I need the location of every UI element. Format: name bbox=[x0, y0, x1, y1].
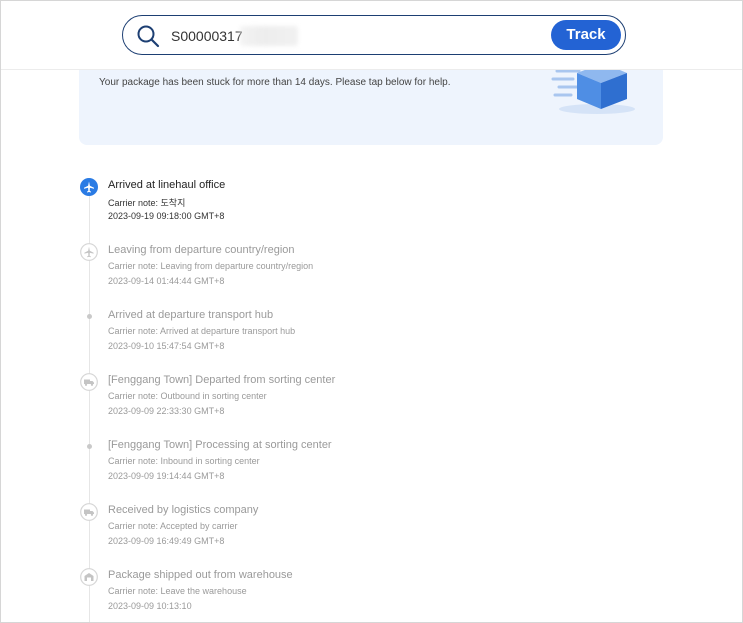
stuck-alert-text: Your package has been stuck for more tha… bbox=[99, 77, 451, 88]
airplane-icon bbox=[80, 178, 98, 196]
track-button[interactable]: Track bbox=[551, 20, 621, 50]
stuck-alert-card[interactable]: Your package has been stuck for more tha… bbox=[79, 69, 663, 145]
event-note: Carrier note: Inbound in sorting center bbox=[108, 456, 260, 466]
tracking-page: Track Your package has been stuck for mo… bbox=[0, 0, 743, 623]
search-header: Track bbox=[1, 1, 742, 70]
redaction-blur bbox=[240, 26, 298, 46]
timeline-event: Arrived at linehaul office Carrier note:… bbox=[1, 178, 742, 238]
event-note: Carrier note: Leaving from departure cou… bbox=[108, 261, 314, 271]
event-time: 2023-09-09 16:49:49 GMT+8 bbox=[108, 536, 225, 546]
event-title: Leaving from departure country/region bbox=[108, 244, 295, 256]
timeline-event: Package shipped out from warehouse Carri… bbox=[1, 568, 742, 622]
event-time: 2023-09-19 09:18:00 GMT+8 bbox=[108, 211, 225, 221]
event-time: 2023-09-14 01:44:44 GMT+8 bbox=[108, 276, 225, 286]
truck-icon bbox=[80, 503, 98, 521]
event-time: 2023-09-09 10:13:10 bbox=[108, 601, 192, 611]
airplane-icon bbox=[80, 243, 98, 261]
timeline-event: Received by logistics company Carrier no… bbox=[1, 503, 742, 563]
event-note: Carrier note: Leave the warehouse bbox=[108, 586, 247, 596]
event-title: Package shipped out from warehouse bbox=[108, 569, 293, 581]
event-title: Arrived at linehaul office bbox=[108, 179, 226, 191]
event-time: 2023-09-09 19:14:44 GMT+8 bbox=[108, 471, 225, 481]
event-time: 2023-09-10 15:47:54 GMT+8 bbox=[108, 341, 225, 351]
event-note: Carrier note: Arrived at departure trans… bbox=[108, 326, 296, 336]
event-title: Arrived at departure transport hub bbox=[108, 309, 274, 321]
timeline-event: [Fenggang Town] Departed from sorting ce… bbox=[1, 373, 742, 433]
dot-icon bbox=[87, 314, 92, 319]
event-time: 2023-09-09 22:33:30 GMT+8 bbox=[108, 406, 225, 416]
event-note: Carrier note: Outbound in sorting center bbox=[108, 391, 267, 401]
timeline-event: [Fenggang Town] Processing at sorting ce… bbox=[1, 438, 742, 498]
timeline-event: Leaving from departure country/region Ca… bbox=[1, 243, 742, 303]
timeline-event: Arrived at departure transport hub Carri… bbox=[1, 308, 742, 368]
event-title: [Fenggang Town] Departed from sorting ce… bbox=[108, 374, 336, 386]
warehouse-icon bbox=[80, 568, 98, 586]
dot-icon bbox=[87, 444, 92, 449]
event-note: Carrier note: Accepted by carrier bbox=[108, 521, 238, 531]
event-title: Received by logistics company bbox=[108, 504, 259, 516]
package-box-icon bbox=[551, 69, 635, 114]
truck-icon bbox=[80, 373, 98, 391]
search-bar: Track bbox=[122, 15, 626, 55]
event-title: [Fenggang Town] Processing at sorting ce… bbox=[108, 439, 332, 451]
search-icon bbox=[137, 25, 160, 48]
tracking-content: Your package has been stuck for more tha… bbox=[1, 69, 742, 622]
event-note: Carrier note: 도착지 bbox=[108, 198, 186, 208]
